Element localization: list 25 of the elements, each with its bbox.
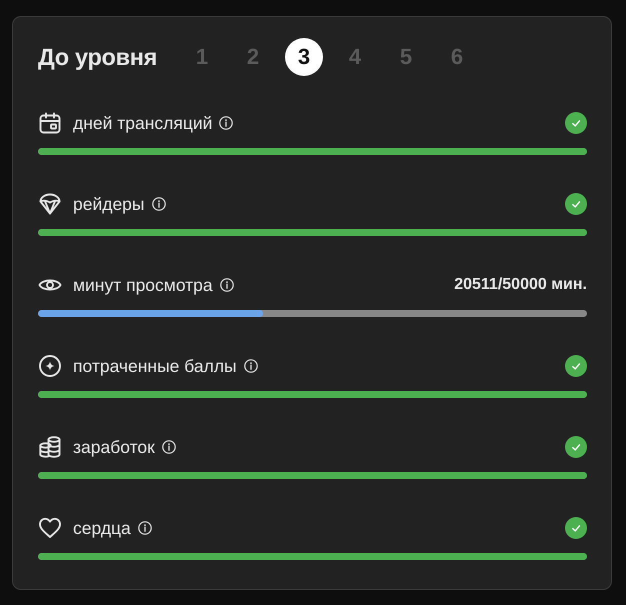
goal-label: минут просмотра — [73, 274, 213, 296]
level-tab[interactable]: 6 — [438, 38, 476, 76]
info-icon[interactable] — [219, 116, 234, 130]
section-title: До уровня — [38, 44, 158, 70]
info-icon[interactable] — [152, 197, 166, 211]
level-tab[interactable]: 3 — [285, 38, 324, 76]
info-icon[interactable] — [220, 278, 234, 292]
goal-label: рейдеры — [73, 194, 144, 214]
sparkle-circle-icon — [38, 354, 62, 378]
level-tab[interactable]: 2 — [234, 38, 272, 76]
progress-reading: 20511/50000 мин. — [454, 276, 587, 294]
coins-icon — [38, 435, 62, 459]
heart-icon — [38, 516, 62, 540]
info-icon[interactable] — [162, 440, 176, 454]
goal-label: заработок — [73, 436, 155, 458]
level-tab[interactable]: 4 — [336, 38, 374, 76]
level-tab[interactable]: 1 — [183, 38, 222, 76]
info-icon[interactable] — [244, 359, 258, 373]
info-icon[interactable] — [138, 521, 152, 535]
parachute-icon — [38, 192, 62, 216]
level-tab[interactable]: 5 — [387, 38, 426, 76]
goal-label: сердца — [73, 518, 131, 538]
goal-label: потраченные баллы — [73, 356, 237, 376]
goal-label: дней трансляций — [73, 112, 212, 134]
calendar-icon — [38, 111, 62, 135]
